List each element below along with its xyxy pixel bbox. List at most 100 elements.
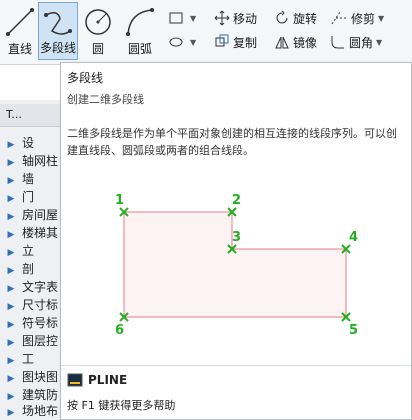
- chevron-right-icon: ▶: [7, 176, 15, 186]
- sidebar-item-label: 符号标: [22, 316, 59, 330]
- sidebar-item[interactable]: ▶ 立: [0, 242, 60, 260]
- line-tool-label: 直线: [7, 42, 32, 56]
- tooltip-command: PLINE: [67, 373, 127, 387]
- fillet-button[interactable]: 圆角 ▼: [330, 32, 382, 52]
- chevron-right-icon: ▶: [7, 284, 15, 294]
- polyline-tool-label: 多段线: [39, 41, 76, 55]
- mirror-button[interactable]: 镜像: [274, 32, 317, 52]
- polyline-illustration: 1 2 3 4 5 6: [115, 193, 358, 338]
- chevron-right-icon: ▶: [7, 374, 15, 384]
- sidebar-item[interactable]: ▶ 场地布: [0, 402, 60, 420]
- sidebar-item-label: 轴网柱: [22, 154, 59, 168]
- vertex-label-4: 4: [349, 230, 358, 245]
- sidebar-item[interactable]: ▶ 房间屋: [0, 206, 60, 224]
- sidebar-item-label: 门: [22, 190, 35, 204]
- sidebar-item[interactable]: ▶ 剖: [0, 260, 60, 278]
- sidebar-item[interactable]: ▶ 工: [0, 350, 60, 368]
- sidebar-item-label: 工: [22, 352, 35, 366]
- sidebar-item[interactable]: ▶ 图块图: [0, 368, 60, 386]
- sidebar-item-label: 尺寸标: [22, 298, 59, 312]
- rotate-icon: [276, 10, 288, 24]
- vertex-label-5: 5: [349, 323, 358, 338]
- sidebar-header-label: T...: [6, 108, 22, 121]
- chevron-right-icon: ▶: [7, 356, 15, 366]
- arc-tool[interactable]: 圆弧: [120, 2, 160, 60]
- vertex-label-2: 2: [232, 193, 241, 208]
- rectangle-icon: [169, 12, 183, 24]
- arc-tool-label: 圆弧: [127, 42, 152, 56]
- chevron-right-icon: ▶: [7, 408, 15, 418]
- move-label: 移动: [233, 11, 258, 26]
- sidebar-item-label: 房间屋: [22, 208, 59, 222]
- sidebar-item-label: 立: [22, 244, 35, 258]
- sidebar-item-label: 文字表: [22, 280, 59, 294]
- sidebar-item[interactable]: ▶ 尺寸标: [0, 296, 60, 314]
- move-button[interactable]: 移动: [214, 8, 257, 28]
- sidebar-item-label: 剖: [22, 262, 35, 276]
- trim-label: 修剪: [351, 11, 376, 26]
- copy-button[interactable]: 复制: [214, 32, 257, 52]
- chevron-right-icon: ▶: [7, 248, 15, 258]
- chevron-right-icon: ▶: [7, 320, 15, 330]
- circle-icon: [85, 9, 111, 35]
- chevron-down-icon: ▼: [190, 13, 197, 23]
- sidebar-item-label: 设: [22, 136, 35, 150]
- chevron-down-icon: ▼: [376, 37, 383, 47]
- sidebar-item-label: 图层控: [22, 334, 59, 348]
- polyline-tool[interactable]: 多段线: [38, 2, 78, 60]
- sidebar-item[interactable]: ▶ 门: [0, 188, 60, 206]
- polyline-icon: [44, 12, 72, 35]
- line-icon: [6, 8, 34, 36]
- command-line-icon: [67, 373, 83, 387]
- circle-tool-label: 圆: [91, 42, 104, 56]
- ribbon: 直线 多段线 圆 圆弧 ▼ ▼ 移动 旋转 修剪 ▼ 复制 镜像 圆角 ▼: [0, 0, 412, 65]
- chevron-right-icon: ▶: [7, 140, 15, 150]
- chevron-right-icon: ▶: [7, 158, 15, 168]
- fillet-icon: [331, 36, 344, 49]
- sidebar-item[interactable]: ▶ 轴网柱: [0, 152, 60, 170]
- sidebar-item[interactable]: ▶ 图层控: [0, 332, 60, 350]
- mirror-label: 镜像: [293, 35, 318, 50]
- chevron-right-icon: ▶: [7, 230, 15, 240]
- line-tool[interactable]: 直线: [0, 2, 40, 60]
- vertex-label-6: 6: [115, 323, 124, 338]
- tooltip-help-hint: 按 F1 键获得更多帮助: [67, 399, 176, 412]
- sidebar-item[interactable]: ▶ 设: [0, 134, 60, 152]
- sidebar-item-label: 建筑防: [22, 388, 59, 402]
- chevron-down-icon: ▼: [378, 13, 385, 23]
- copy-label: 复制: [233, 35, 258, 50]
- circle-tool[interactable]: 圆: [78, 2, 118, 60]
- chevron-right-icon: ▶: [7, 194, 15, 204]
- sidebar-item[interactable]: ▶ 楼梯其: [0, 224, 60, 242]
- sidebar-header[interactable]: T...: [0, 104, 60, 127]
- sidebar-item-label: 场地布: [22, 404, 59, 418]
- vertex-label-1: 1: [115, 193, 124, 208]
- tooltip-divider: [61, 365, 411, 366]
- sidebar-item-label: 图块图: [22, 370, 59, 384]
- chevron-right-icon: ▶: [7, 302, 15, 312]
- chevron-down-icon: ▼: [190, 37, 197, 47]
- sidebar-item-label: 墙: [22, 172, 35, 186]
- polyline-tooltip: 多段线 创建二维多段线 二维多段线是作为单个平面对象创建的相互连接的线段序列。可…: [60, 62, 412, 420]
- fillet-label: 圆角: [349, 35, 374, 50]
- rectangle-tool[interactable]: ▼: [168, 8, 196, 28]
- chevron-right-icon: ▶: [7, 212, 15, 222]
- mirror-icon: [275, 36, 289, 49]
- vertex-label-3: 3: [232, 230, 241, 245]
- command-name: PLINE: [88, 373, 128, 387]
- ellipse-tool[interactable]: ▼: [168, 32, 196, 52]
- sidebar-item[interactable]: ▶ 符号标: [0, 314, 60, 332]
- ellipse-icon: [169, 37, 183, 47]
- chevron-right-icon: ▶: [7, 338, 15, 348]
- arc-icon: [126, 8, 154, 36]
- chevron-right-icon: ▶: [7, 266, 15, 276]
- move-icon: [214, 10, 230, 26]
- trim-button[interactable]: 修剪 ▼: [330, 8, 384, 28]
- sidebar-item[interactable]: ▶ 文字表: [0, 278, 60, 296]
- copy-icon: [215, 34, 229, 47]
- rotate-label: 旋转: [293, 11, 318, 26]
- trim-icon: [331, 11, 346, 25]
- sidebar-item-label: 楼梯其: [22, 226, 59, 240]
- rotate-button[interactable]: 旋转: [274, 8, 317, 28]
- sidebar-item[interactable]: ▶ 墙: [0, 170, 60, 188]
